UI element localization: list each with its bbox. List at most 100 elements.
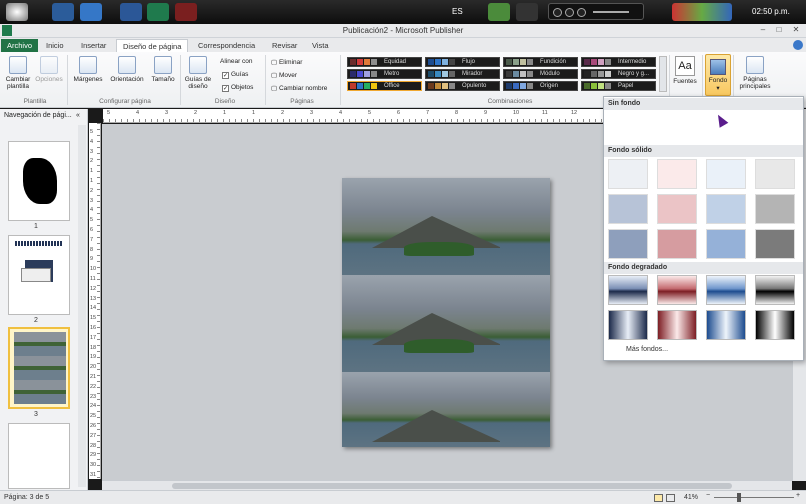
solid-color-swatch[interactable] bbox=[755, 229, 795, 259]
vertical-ruler[interactable]: 5 4 3 2 1 1 2 3 4 5 6 7 8 9 10 11 12 13 14 15 16 17 18 19 20 21 22… bbox=[89, 123, 101, 479]
gradient-swatch[interactable] bbox=[608, 275, 648, 305]
page-thumbnail-3[interactable] bbox=[8, 327, 70, 409]
gradient-swatch[interactable] bbox=[706, 275, 746, 305]
color-scheme-fundici-n[interactable]: Fundición bbox=[503, 57, 578, 67]
media-icon[interactable] bbox=[175, 3, 197, 21]
landscape-photo[interactable] bbox=[342, 275, 500, 372]
page-thumbnail-2[interactable] bbox=[8, 235, 70, 315]
desktop-icon[interactable] bbox=[52, 3, 74, 21]
mover-button[interactable]: ▢ Mover bbox=[271, 71, 297, 79]
landscape-photo-crop[interactable] bbox=[500, 372, 550, 447]
zoom-in-icon[interactable]: + bbox=[796, 492, 800, 499]
scroll-thumb[interactable] bbox=[172, 483, 732, 489]
color-scheme-office[interactable]: Office bbox=[347, 81, 422, 91]
solid-color-swatch[interactable] bbox=[706, 229, 746, 259]
solid-color-swatch[interactable] bbox=[755, 194, 795, 224]
fondo-button[interactable]: Fondo ▾ bbox=[705, 54, 731, 96]
cambiar-plantilla-button[interactable]: Cambiar plantilla bbox=[3, 56, 33, 90]
margenes-button[interactable]: Márgenes bbox=[71, 56, 105, 83]
paginas-principales-button[interactable]: Páginas principales bbox=[735, 56, 775, 90]
horizontal-ruler[interactable]: 5 4 3 2 1 1 2 3 4 5 6 7 8 9 10 11 12 bbox=[103, 109, 603, 123]
zoom-out-icon[interactable]: − bbox=[706, 492, 710, 499]
tab-correspondencia[interactable]: Correspondencia bbox=[192, 39, 261, 52]
gradient-swatch[interactable] bbox=[755, 310, 795, 340]
solid-color-swatch[interactable] bbox=[706, 194, 746, 224]
start-icon[interactable] bbox=[6, 3, 28, 21]
tab-insertar[interactable]: Insertar bbox=[75, 39, 112, 52]
color-scheme-papel[interactable]: Papel bbox=[581, 81, 656, 91]
tamano-button[interactable]: Tamaño bbox=[149, 56, 177, 83]
app-icon-2[interactable] bbox=[516, 3, 538, 21]
tab-revisar[interactable]: Revisar bbox=[266, 39, 303, 52]
color-scheme-opulento[interactable]: Opulento bbox=[425, 81, 500, 91]
tamano-label: Tamaño bbox=[151, 76, 175, 83]
cambiar-nombre-button[interactable]: ▢ Cambiar nombre bbox=[271, 84, 327, 92]
tab-inicio[interactable]: Inicio bbox=[40, 39, 70, 52]
solid-color-swatch[interactable] bbox=[608, 159, 648, 189]
opciones-button[interactable]: Opciones bbox=[34, 56, 64, 83]
landscape-photo-crop[interactable] bbox=[500, 178, 550, 275]
language-indicator[interactable]: ES bbox=[452, 7, 463, 16]
play-icon[interactable] bbox=[565, 8, 574, 17]
color-scheme-metro[interactable]: Metro bbox=[347, 69, 422, 79]
gradient-swatch[interactable] bbox=[657, 310, 697, 340]
gradient-swatch[interactable] bbox=[657, 275, 697, 305]
color-scheme-m-dulo[interactable]: Módulo bbox=[503, 69, 578, 79]
gradient-swatch[interactable] bbox=[706, 310, 746, 340]
one-page-view-icon[interactable] bbox=[654, 494, 663, 502]
fuentes-button[interactable]: Aa Fuentes bbox=[671, 56, 699, 85]
volume-icon[interactable] bbox=[593, 11, 629, 13]
publisher-icon[interactable] bbox=[147, 3, 169, 21]
minimize-button[interactable]: – bbox=[755, 25, 771, 36]
landscape-photo[interactable] bbox=[342, 178, 500, 275]
gradient-swatch[interactable] bbox=[755, 275, 795, 305]
explorer-icon[interactable] bbox=[80, 3, 102, 21]
solid-color-swatch[interactable] bbox=[657, 159, 697, 189]
orientacion-button[interactable]: Orientación bbox=[107, 56, 147, 83]
maximize-button[interactable]: □ bbox=[771, 25, 787, 36]
app-icon[interactable] bbox=[488, 3, 510, 21]
guias-de-diseno-button[interactable]: Guías de diseño bbox=[182, 56, 214, 90]
page-thumbnail-4[interactable] bbox=[8, 423, 70, 489]
solid-color-swatch[interactable] bbox=[706, 159, 746, 189]
color-scheme-intermedio[interactable]: Intermedio bbox=[581, 57, 656, 67]
gradient-swatch[interactable] bbox=[608, 310, 648, 340]
tab-diseno-de-pagina[interactable]: Diseño de página bbox=[116, 39, 189, 52]
gallery-scroll-buttons[interactable] bbox=[659, 56, 667, 92]
zoom-slider-handle[interactable] bbox=[737, 493, 741, 502]
solid-color-swatch[interactable] bbox=[608, 194, 648, 224]
landscape-photo-crop[interactable] bbox=[500, 275, 550, 372]
tab-archivo[interactable]: Archivo bbox=[1, 39, 39, 52]
guias-checkbox[interactable]: ✓ Guías bbox=[222, 71, 248, 79]
word-icon[interactable] bbox=[120, 3, 142, 21]
zoom-slider[interactable] bbox=[714, 497, 794, 498]
no-background-option[interactable] bbox=[608, 113, 798, 143]
color-scheme-negro-y-g-[interactable]: Negro y g... bbox=[581, 69, 656, 79]
tray-icons[interactable] bbox=[672, 3, 732, 21]
publication-page[interactable] bbox=[342, 178, 550, 447]
close-button[interactable]: ✕ bbox=[788, 25, 804, 36]
page-thumbnail-1[interactable] bbox=[8, 141, 70, 221]
help-icon[interactable] bbox=[793, 40, 803, 50]
two-page-view-icon[interactable] bbox=[666, 494, 675, 502]
mas-fondos-option[interactable]: Más fondos... bbox=[626, 346, 668, 353]
solid-color-swatch[interactable] bbox=[755, 159, 795, 189]
eliminar-button[interactable]: ▢ Eliminar bbox=[271, 58, 302, 66]
color-scheme-flujo[interactable]: Flujo bbox=[425, 57, 500, 67]
next-icon[interactable] bbox=[577, 8, 586, 17]
nav-scrollbar[interactable] bbox=[78, 125, 86, 487]
zoom-level[interactable]: 41% bbox=[684, 494, 698, 501]
collapse-icon[interactable]: « bbox=[76, 112, 80, 119]
landscape-photo[interactable] bbox=[342, 372, 500, 447]
solid-color-swatch[interactable] bbox=[657, 194, 697, 224]
prev-icon[interactable] bbox=[553, 8, 562, 17]
clock[interactable]: 02:50 p.m. bbox=[752, 7, 790, 16]
color-scheme-equidad[interactable]: Equidad bbox=[347, 57, 422, 67]
solid-color-swatch[interactable] bbox=[608, 229, 648, 259]
color-scheme-mirador[interactable]: Mirador bbox=[425, 69, 500, 79]
solid-color-swatch[interactable] bbox=[657, 229, 697, 259]
objetos-checkbox[interactable]: ✓ Objetos bbox=[222, 84, 253, 92]
color-scheme-origen[interactable]: Origen bbox=[503, 81, 578, 91]
tab-vista[interactable]: Vista bbox=[306, 39, 335, 52]
horizontal-scrollbar[interactable] bbox=[102, 480, 792, 490]
